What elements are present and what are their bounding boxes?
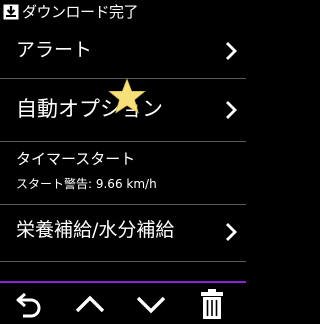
download-complete-icon bbox=[3, 4, 19, 20]
bottom-toolbar bbox=[0, 281, 246, 324]
back-icon[interactable] bbox=[13, 287, 47, 321]
menu-item-nutrition-hydration[interactable]: 栄養補給/水分補給 bbox=[0, 205, 246, 261]
chevron-down-icon[interactable] bbox=[134, 287, 168, 321]
menu-item-timer-start[interactable]: タイマースタート スタート警告: 9.66 km/h bbox=[0, 142, 246, 204]
menu-item-label: 栄養補給/水分補給 bbox=[16, 219, 175, 241]
start-alert-value: スタート警告: 9.66 km/h bbox=[16, 177, 157, 191]
menu-item-label: アラート bbox=[16, 39, 93, 61]
chevron-right-icon bbox=[226, 101, 237, 119]
status-bar: ダウンロード完了 bbox=[0, 0, 246, 24]
chevron-right-icon bbox=[226, 42, 237, 60]
menu-item-alerts[interactable]: アラート bbox=[0, 28, 246, 78]
chevron-right-icon bbox=[226, 223, 237, 241]
status-title: ダウンロード完了 bbox=[22, 2, 139, 21]
divider bbox=[0, 261, 246, 262]
menu-item-label: タイマースタート bbox=[16, 150, 136, 168]
trash-icon[interactable] bbox=[195, 287, 229, 321]
chevron-up-icon[interactable] bbox=[73, 287, 107, 321]
star-icon bbox=[108, 78, 146, 114]
